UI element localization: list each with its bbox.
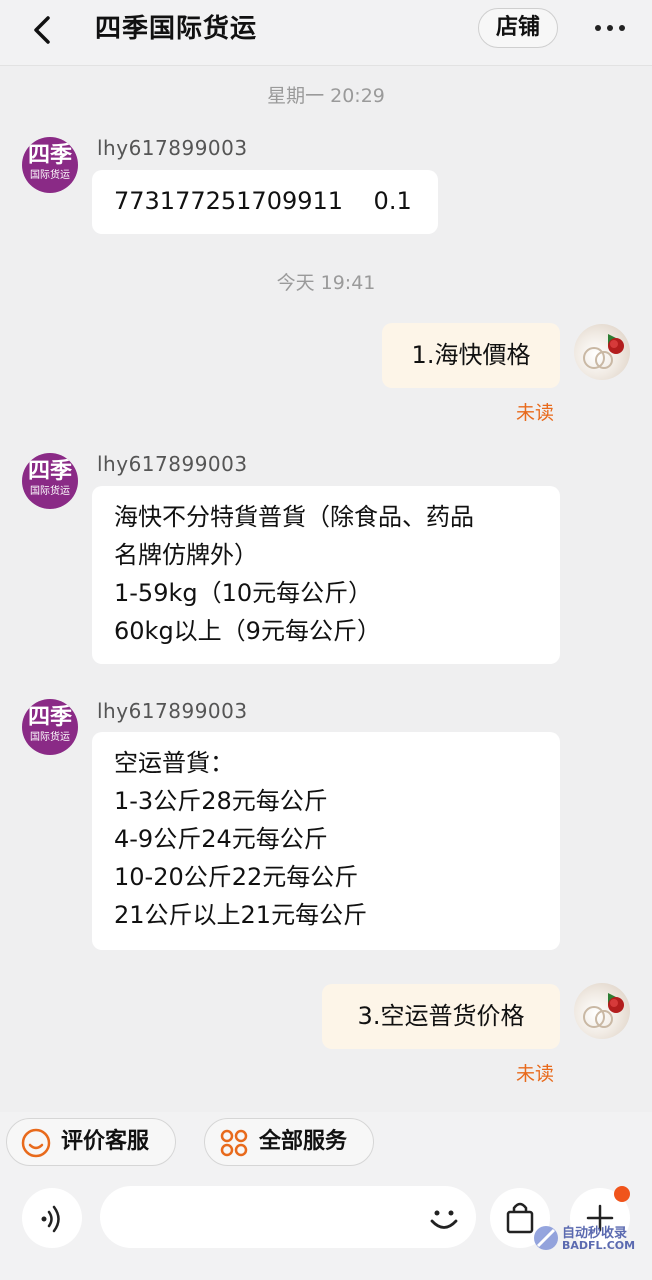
more-options-icon[interactable] (592, 16, 628, 40)
rose-icon (583, 993, 624, 1028)
shop-avatar-text: 四季 (27, 705, 72, 730)
time-separator: 今天 19:41 (276, 272, 376, 294)
shop-avatar[interactable]: 四季 国际货运 (22, 137, 78, 193)
sender-name: lhy617899003 (97, 699, 248, 723)
shop-avatar-subtext: 国际货运 (30, 170, 70, 181)
chat-title: 四季国际货运 (95, 14, 258, 44)
voice-icon (41, 1205, 60, 1233)
emoji-icon[interactable] (424, 1198, 464, 1238)
rate-service-button[interactable]: 评价客服 (6, 1118, 176, 1166)
message-line: 21公斤以上21元每公斤 (114, 901, 368, 929)
watermark-logo-icon (534, 1226, 558, 1250)
sender-name: lhy617899003 (97, 452, 248, 476)
voice-button[interactable] (22, 1188, 82, 1248)
shop-avatar[interactable]: 四季 国际货运 (22, 453, 78, 509)
chat-header: 四季国际货运 店铺 (0, 0, 652, 66)
shop-avatar-text: 四季 (27, 459, 72, 484)
shop-avatar-subtext: 国际货运 (30, 486, 70, 497)
shop-avatar-text: 四季 (27, 143, 72, 168)
store-button[interactable]: 店铺 (478, 8, 558, 48)
message-line: 10-20公斤22元每公斤 (114, 863, 359, 891)
shop-avatar-subtext: 国际货运 (30, 732, 70, 743)
message-line: 1-59kg（10元每公斤） (114, 579, 373, 607)
my-message-bubble[interactable]: 1.海快價格 (382, 323, 560, 388)
back-arrow-icon[interactable] (26, 12, 62, 48)
message-line: 1-3公斤28元每公斤 (114, 787, 328, 815)
rose-icon (583, 334, 624, 369)
message-bubble[interactable]: 空运普貨： 1-3公斤28元每公斤 4-9公斤24元每公斤 10-20公斤22元… (92, 732, 560, 950)
all-services-label: 全部服务 (259, 1129, 348, 1154)
unread-status: 未读 (516, 1063, 555, 1085)
sender-name: lhy617899003 (97, 136, 248, 160)
grid-icon (220, 1129, 248, 1157)
watermark: 自动秒收录 BADFL.COM (532, 1222, 644, 1258)
user-avatar[interactable] (574, 983, 630, 1039)
rate-service-label: 评价客服 (61, 1129, 150, 1154)
time-separator: 星期一 20:29 (267, 85, 385, 107)
quick-action-bar: 评价客服 全部服务 (0, 1112, 652, 1174)
user-avatar[interactable] (574, 324, 630, 380)
message-input[interactable] (100, 1186, 476, 1248)
message-line: 4-9公斤24元每公斤 (114, 825, 328, 853)
my-message-bubble[interactable]: 3.空运普货价格 (322, 984, 560, 1049)
watermark-url: BADFL.COM (562, 1239, 636, 1252)
notification-dot (614, 1186, 630, 1202)
message-line: 海快不分特貨普貨（除食品、药品 (114, 503, 474, 531)
message-line: 60kg以上（9元每公斤） (114, 617, 381, 645)
message-line: 名牌仿牌外） (114, 541, 258, 569)
unread-status: 未读 (516, 402, 555, 424)
message-bubble[interactable]: 海快不分特貨普貨（除食品、药品 名牌仿牌外） 1-59kg（10元每公斤） 60… (92, 486, 560, 664)
message-bubble[interactable]: 773177251709911 0.1 (92, 170, 438, 234)
smiley-icon (21, 1128, 51, 1158)
shop-avatar[interactable]: 四季 国际货运 (22, 699, 78, 755)
all-services-button[interactable]: 全部服务 (204, 1118, 374, 1166)
message-line: 空运普貨： (114, 749, 234, 777)
